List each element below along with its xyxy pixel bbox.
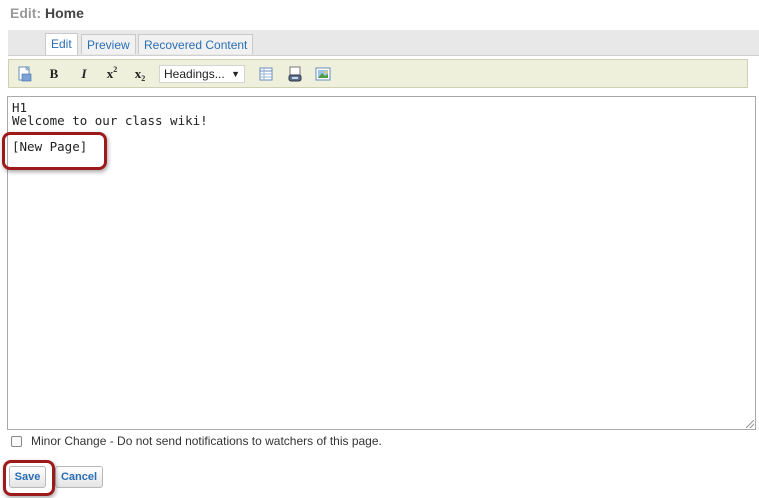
minor-change-checkbox[interactable] — [11, 435, 22, 447]
document-icon[interactable] — [16, 65, 34, 83]
bold-button[interactable]: B — [45, 65, 63, 83]
tab-edit[interactable]: Edit — [45, 33, 78, 55]
minor-change-label: Minor Change - Do not send notifications… — [31, 434, 382, 448]
wiki-content-editor[interactable]: H1 Welcome to our class wiki! [New Page] — [7, 96, 756, 430]
superscript-button[interactable]: x2 — [103, 65, 121, 83]
table-icon[interactable] — [257, 65, 275, 83]
subscript-mark: 2 — [141, 73, 146, 83]
page-title: Edit: Home — [10, 5, 84, 21]
callout-highlight — [2, 132, 107, 170]
minor-change-option: Minor Change - Do not send notifications… — [11, 434, 382, 448]
italic-button[interactable]: I — [75, 65, 93, 83]
image-icon[interactable] — [314, 65, 332, 83]
editor-line: Welcome to our class wiki! — [12, 113, 208, 128]
headings-select[interactable]: Headings... ▼ — [159, 65, 245, 83]
page-title-name: Home — [45, 5, 84, 21]
tab-preview[interactable]: Preview — [81, 34, 136, 54]
callout-highlight — [3, 460, 55, 496]
subscript-button[interactable]: x2 — [131, 65, 149, 83]
page-title-prefix: Edit: — [10, 5, 42, 21]
tab-recovered-content[interactable]: Recovered Content — [138, 34, 254, 54]
cancel-button[interactable]: Cancel — [55, 466, 103, 488]
dropdown-arrow-icon: ▼ — [231, 69, 240, 79]
link-icon[interactable] — [286, 65, 304, 83]
headings-select-value: Headings... — [164, 67, 225, 81]
formatting-toolbar: B I x2 x2 Headings... ▼ — [8, 59, 748, 88]
editor-tabs: Edit Preview Recovered Content — [8, 30, 759, 56]
resize-handle-icon[interactable] — [746, 420, 754, 428]
superscript-mark: 2 — [113, 64, 118, 74]
